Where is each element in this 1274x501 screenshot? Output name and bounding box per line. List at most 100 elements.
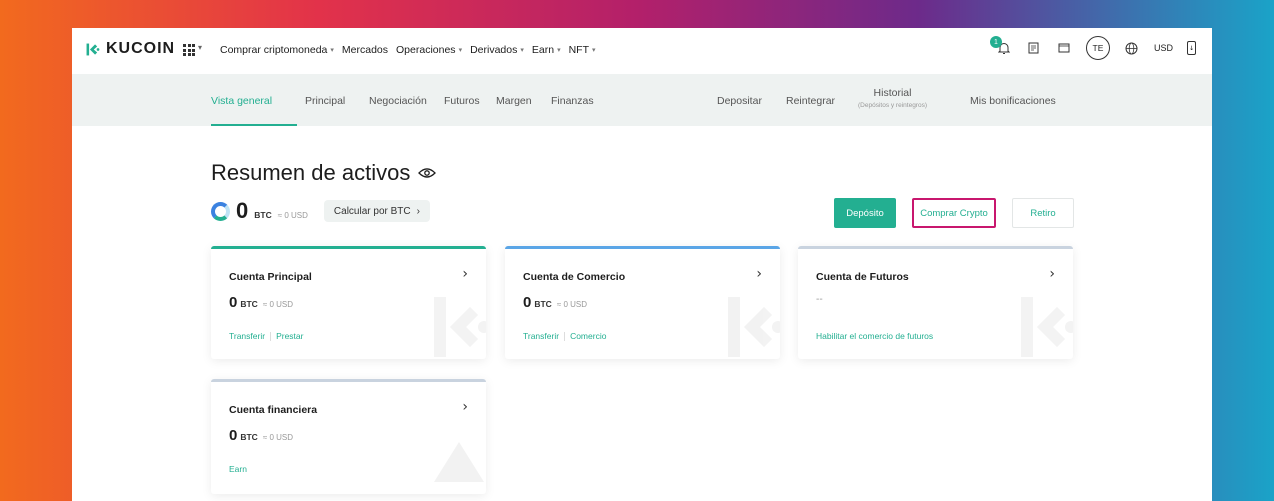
trade-link[interactable]: Comercio (570, 331, 606, 341)
card-accent-bar (211, 246, 486, 249)
card-balance-usd: ≈ 0 USD (262, 300, 294, 309)
chevron-down-icon: ▾ (330, 47, 334, 54)
document-icon (1028, 42, 1039, 54)
user-avatar[interactable]: TE (1085, 36, 1110, 60)
withdraw-button[interactable]: Retiro (1012, 198, 1074, 228)
earn-link[interactable]: Earn (229, 464, 247, 474)
card-accent-bar (798, 246, 1073, 249)
card-balance-usd: ≈ 0 USD (556, 300, 588, 309)
chevron-right-icon[interactable]: › (756, 266, 762, 282)
card-balance-value: 0 (229, 427, 238, 444)
menu-item-earn[interactable]: Earn ▾ (532, 44, 561, 56)
card-balance: 0 BTC ≈ 0 USD (523, 294, 587, 311)
active-tab-indicator (211, 124, 297, 126)
chevron-down-icon: ▾ (198, 43, 203, 52)
deposit-button[interactable]: Depósito (834, 198, 896, 228)
tab-futures[interactable]: Futuros (444, 95, 480, 107)
chevron-right-icon[interactable]: › (462, 399, 468, 415)
card-balance-unit: BTC (240, 299, 258, 309)
divider (564, 331, 566, 341)
card-links: Transferir Prestar (229, 331, 303, 341)
card-balance-unit: BTC (240, 432, 258, 442)
card-balance: 0 BTC ≈ 0 USD (229, 294, 293, 311)
card-futures-account[interactable]: Cuenta de Futuros › -- Habilitar el come… (798, 246, 1073, 359)
card-accent-bar (211, 379, 486, 382)
page-title: Resumen de activos (211, 160, 411, 185)
kucoin-logo-icon (86, 43, 100, 55)
menu-item-nft[interactable]: NFT ▾ (569, 44, 596, 56)
chevron-right-icon[interactable]: › (1049, 266, 1055, 282)
divider (270, 331, 272, 341)
card-balance-value: 0 (229, 294, 238, 311)
transfer-link[interactable]: Transferir (229, 331, 265, 341)
withdraw-link[interactable]: Reintegrar (786, 95, 835, 107)
eye-icon[interactable] (418, 167, 437, 179)
card-balance-value: 0 (523, 294, 532, 311)
wallet-icon (1058, 43, 1070, 53)
menu-label: Operaciones (396, 44, 456, 56)
card-financial-account[interactable]: Cuenta financiera › 0 BTC ≈ 0 USD Earn (211, 379, 486, 494)
tab-finance[interactable]: Finanzas (551, 95, 594, 107)
apps-grid-icon[interactable] (183, 44, 195, 56)
transfer-link[interactable]: Transferir (523, 331, 559, 341)
enable-futures-link[interactable]: Habilitar el comercio de futuros (816, 331, 933, 341)
card-links: Transferir Comercio (523, 331, 606, 341)
menu-item-markets[interactable]: Mercados (342, 44, 388, 56)
card-balance-unit: BTC (534, 299, 552, 309)
menu-item-derivatives[interactable]: Derivados ▾ (470, 44, 524, 56)
card-balance-placeholder: -- (816, 294, 823, 305)
history-sublabel: (Depósitos y reintegros) (858, 102, 927, 109)
card-balance: 0 BTC ≈ 0 USD (229, 427, 293, 444)
currency-selector[interactable]: USD (1154, 43, 1173, 53)
total-balance: 0 BTC ≈ 0 USD Calcular por BTC › (211, 200, 430, 222)
summary-header: Resumen de activos (211, 160, 437, 186)
kucoin-watermark-icon (728, 297, 780, 357)
kucoin-watermark-icon (1021, 297, 1073, 357)
tab-overview[interactable]: Vista general (211, 95, 272, 107)
notification-badge: 1 (989, 36, 1002, 48)
card-main-account[interactable]: Cuenta Principal › 0 BTC ≈ 0 USD Transfe… (211, 246, 486, 359)
card-title: Cuenta de Futuros (816, 271, 909, 283)
chevron-down-icon: ▾ (592, 47, 596, 54)
card-balance-usd: ≈ 0 USD (262, 433, 294, 442)
menu-item-buy-crypto[interactable]: Comprar criptomoneda ▾ (220, 44, 334, 56)
account-subnav: Vista general Principal Negociación Futu… (72, 74, 1212, 126)
wallet-button[interactable] (1056, 40, 1072, 56)
bonuses-link[interactable]: Mis bonificaciones (970, 95, 1056, 107)
header-actions: 1 TE USD ↓ (989, 36, 1196, 60)
menu-label: Mercados (341, 44, 389, 56)
card-title: Cuenta financiera (229, 404, 318, 416)
balance-value: 0 (236, 198, 249, 223)
top-navigation: KUCOIN ▾ Comprar criptomoneda ▾ Mercados … (72, 28, 1212, 74)
deposit-link[interactable]: Depositar (717, 95, 762, 107)
menu-label: Derivados (470, 44, 518, 56)
notifications-button[interactable]: 1 (989, 36, 1012, 56)
tab-margin[interactable]: Margen (496, 95, 532, 107)
mobile-download-icon: ↓ (1188, 44, 1195, 52)
menu-item-trade[interactable]: Operaciones ▾ (396, 44, 462, 56)
main-menu: Comprar criptomoneda ▾ Mercados Operacion… (220, 44, 596, 56)
chevron-down-icon: ▾ (520, 47, 524, 54)
card-links: Habilitar el comercio de futuros (816, 331, 933, 341)
balance-usd: ≈ 0 USD (277, 210, 308, 220)
history-link[interactable]: Historial (Depósitos y reintegros) (858, 87, 927, 109)
menu-label: NFT (568, 44, 589, 56)
card-links: Earn (229, 464, 247, 474)
download-app-button[interactable]: ↓ (1187, 41, 1196, 55)
tab-main[interactable]: Principal (305, 95, 345, 107)
card-trading-account[interactable]: Cuenta de Comercio › 0 BTC ≈ 0 USD Trans… (505, 246, 780, 359)
lend-link[interactable]: Prestar (276, 331, 303, 341)
kucoin-logo[interactable]: KUCOIN (84, 40, 175, 58)
tab-trading[interactable]: Negociación (369, 95, 427, 107)
balance-unit: BTC (254, 210, 272, 220)
card-accent-bar (505, 246, 780, 249)
calculate-by-button[interactable]: Calcular por BTC › (323, 200, 430, 222)
asset-distribution-icon (211, 201, 230, 221)
history-label: Historial (873, 87, 912, 99)
chevron-right-icon[interactable]: › (462, 266, 468, 282)
orders-button[interactable] (1026, 40, 1042, 56)
finance-watermark-icon (434, 442, 484, 482)
buy-crypto-button[interactable]: Comprar Crypto (912, 198, 996, 228)
language-button[interactable] (1124, 40, 1140, 56)
globe-icon (1125, 42, 1138, 54)
